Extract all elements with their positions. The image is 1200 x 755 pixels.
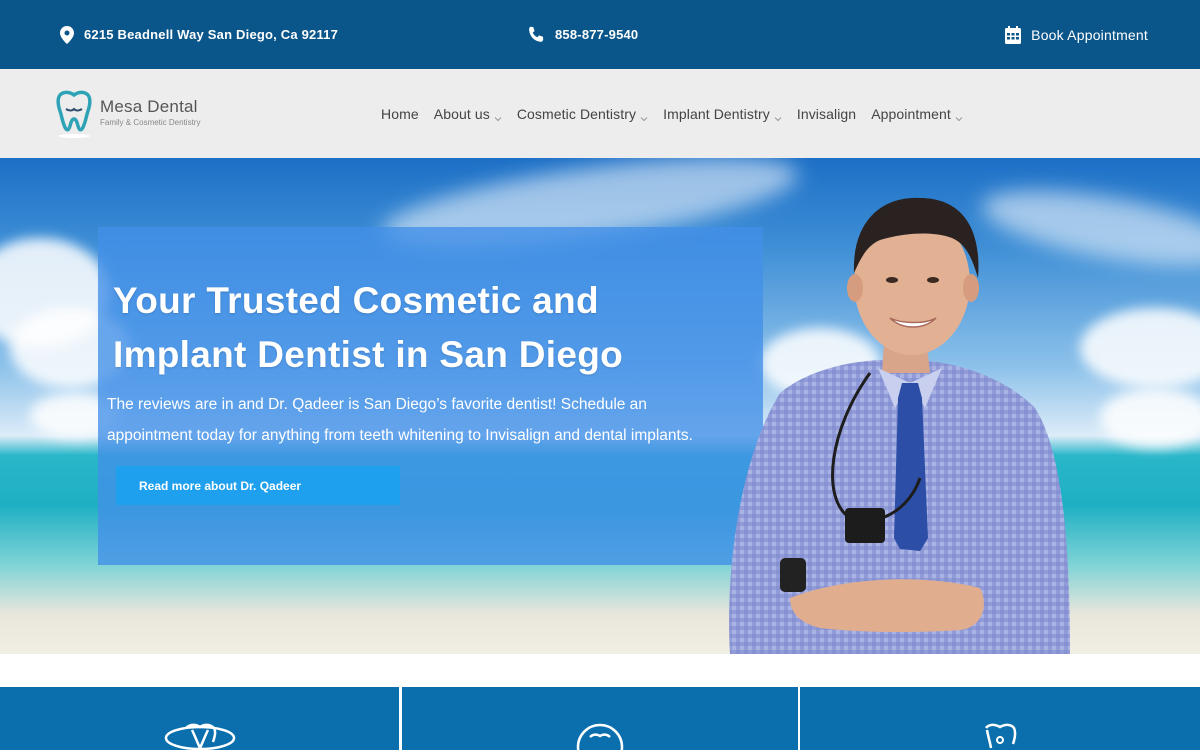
phone-icon — [527, 26, 545, 44]
nav-item-implant-dentistry[interactable]: Implant Dentistry — [663, 106, 782, 122]
top-bar: 6215 Beadnell Way San Diego, Ca 92117 85… — [0, 0, 1200, 69]
book-appointment-link[interactable]: Book Appointment — [1005, 0, 1148, 69]
cloud — [1100, 388, 1200, 448]
services-strip — [0, 687, 1200, 755]
service-card-cosmetic[interactable] — [402, 687, 798, 755]
nav-label[interactable]: Home — [381, 106, 419, 122]
hero-text-line1: The reviews are in and Dr. Qadeer is San… — [107, 396, 647, 413]
chevron-down-icon — [640, 110, 648, 121]
cloud — [1080, 308, 1200, 388]
service-card-general[interactable] — [800, 687, 1200, 750]
header-nav-bar: Mesa Dental Family & Cosmetic Dentistry … — [0, 69, 1200, 158]
nav-label[interactable]: Invisalign — [797, 106, 856, 122]
phone-number[interactable]: 858-877-9540 — [555, 27, 638, 42]
hero-title-line1: Your Trusted Cosmetic and — [113, 280, 599, 321]
book-appointment-label[interactable]: Book Appointment — [1031, 27, 1148, 43]
main-nav: Home About us Cosmetic Dentistry Implant… — [381, 69, 963, 158]
address-text: 6215 Beadnell Way San Diego, Ca 92117 — [84, 27, 339, 42]
nav-item-home[interactable]: Home — [381, 106, 419, 122]
location-pin-icon — [60, 25, 74, 44]
nav-item-about-us[interactable]: About us — [434, 106, 502, 122]
nav-label[interactable]: About us — [434, 106, 490, 122]
hero-text-line2: appointment today for anything from teet… — [107, 427, 693, 444]
nav-label[interactable]: Cosmetic Dentistry — [517, 106, 636, 122]
read-more-button[interactable]: Read more about Dr. Qadeer — [116, 466, 400, 505]
chevron-down-icon — [494, 110, 502, 121]
nav-item-invisalign[interactable]: Invisalign — [797, 106, 856, 122]
hero-description: The reviews are in and Dr. Qadeer is San… — [107, 389, 772, 451]
nav-item-cosmetic-dentistry[interactable]: Cosmetic Dentistry — [517, 106, 648, 122]
address-info: 6215 Beadnell Way San Diego, Ca 92117 — [60, 0, 338, 69]
doctor-portrait — [729, 197, 1070, 654]
tooth-circle-icon — [575, 722, 625, 755]
hero-title-line2: Implant Dentist in San Diego — [113, 334, 623, 375]
calendar-icon — [1005, 25, 1022, 44]
service-card-implants[interactable] — [0, 687, 399, 751]
nav-item-appointment[interactable]: Appointment — [871, 106, 963, 122]
logo-name: Mesa Dental — [100, 97, 198, 116]
nav-label[interactable]: Implant Dentistry — [663, 106, 770, 122]
phone-info[interactable]: 858-877-9540 — [527, 0, 638, 69]
nav-label[interactable]: Appointment — [871, 106, 951, 122]
hero-banner: Your Trusted Cosmetic and Implant Dentis… — [0, 158, 1200, 654]
hero-title: Your Trusted Cosmetic and Implant Dentis… — [113, 274, 753, 382]
chevron-down-icon — [955, 110, 963, 121]
chevron-down-icon — [774, 110, 782, 121]
tooth-icon — [982, 722, 1018, 750]
logo-tagline: Family & Cosmetic Dentistry — [100, 118, 201, 127]
implant-teeth-icon — [164, 722, 236, 751]
site-logo[interactable]: Mesa Dental Family & Cosmetic Dentistry — [54, 89, 200, 144]
tooth-logo-icon — [54, 89, 94, 144]
